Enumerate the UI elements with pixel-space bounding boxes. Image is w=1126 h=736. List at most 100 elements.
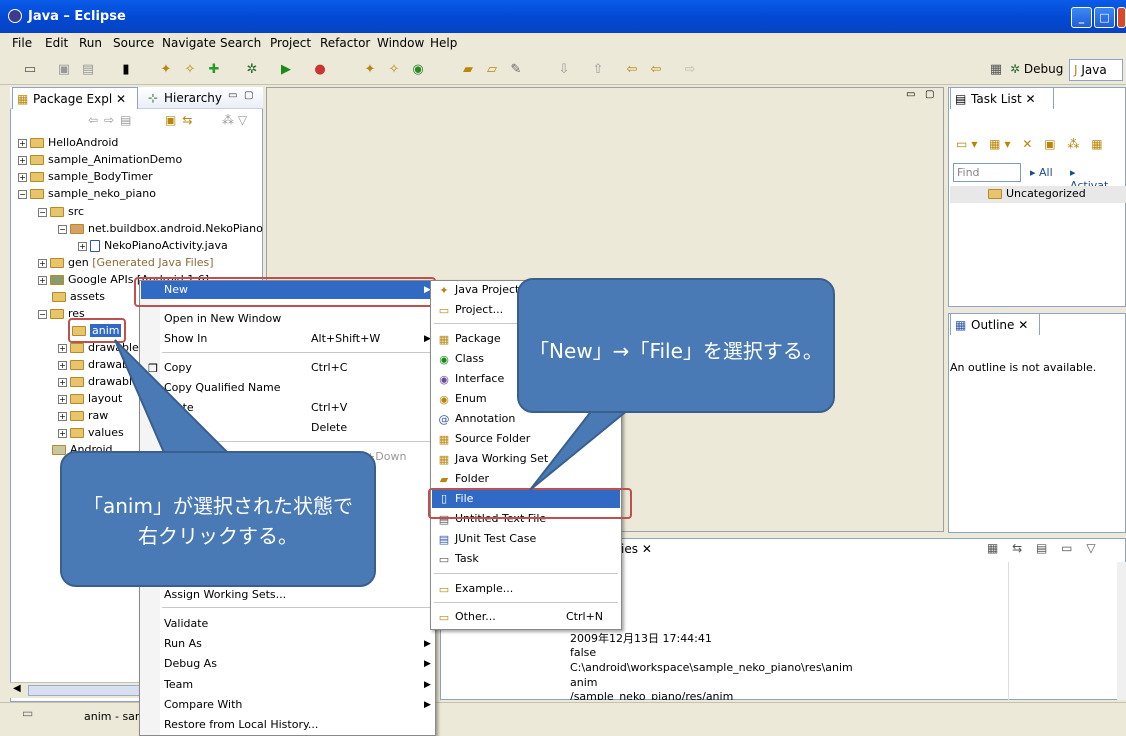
class-icon[interactable]: ◉	[410, 62, 426, 78]
last-edit-icon[interactable]: ⇦	[624, 62, 640, 78]
menu-file[interactable]: File	[12, 36, 32, 50]
maximize-button[interactable]: □	[1094, 7, 1115, 28]
close-icon[interactable]: ✕	[1026, 92, 1036, 106]
run-icon[interactable]: ▶	[278, 62, 294, 78]
context-menu-compare-with[interactable]: Compare With	[164, 696, 242, 714]
open-folder-icon[interactable]: ▱	[484, 62, 500, 78]
tree-item-package[interactable]: − net.buildbox.android.NekoPiano	[58, 220, 263, 237]
tree-item-raw[interactable]: + raw	[58, 407, 108, 424]
menu-project[interactable]: Project	[270, 36, 311, 50]
view-menu-icon[interactable]: ⁂ ▽	[222, 113, 247, 127]
collapse-link-icons[interactable]: ▣⇆	[165, 113, 198, 127]
forward-icon[interactable]: ⇨	[682, 62, 698, 78]
tree-item-drawable-ldpi[interactable]: + drawable	[58, 373, 139, 390]
next-annotation-icon[interactable]: ⇩	[556, 62, 572, 78]
submenu-annotation[interactable]: Annotation	[455, 410, 515, 428]
context-menu-restore-history[interactable]: Restore from Local History...	[164, 716, 318, 734]
submenu-class[interactable]: Class	[455, 350, 484, 368]
submenu-other[interactable]: Other...	[455, 608, 496, 626]
add-icon[interactable]: ✚	[206, 62, 222, 78]
close-icon[interactable]: ✕	[116, 92, 126, 106]
save-icon[interactable]: ▣	[56, 62, 72, 78]
menu-window[interactable]: Window	[377, 36, 424, 50]
context-menu-paste[interactable]: Paste	[164, 399, 194, 417]
package-icon[interactable]: ✧	[386, 62, 402, 78]
tree-item-neko-piano[interactable]: − sample_neko_piano	[18, 185, 156, 202]
submenu-java-working-set[interactable]: Java Working Set	[455, 450, 548, 468]
tree-item-gen[interactable]: + gen [Generated Java Files]	[38, 254, 214, 271]
context-menu-open-new-window[interactable]: Open in New Window	[164, 310, 281, 328]
minimize-button[interactable]: _	[1071, 7, 1092, 28]
perspective-debug[interactable]: ✲ Debug	[1010, 62, 1063, 76]
maximize-view-icon[interactable]: ▢	[244, 90, 253, 101]
submenu-task[interactable]: Task	[455, 550, 479, 568]
tree-item-src[interactable]: − src	[38, 203, 84, 220]
context-menu-validate[interactable]: Validate	[164, 615, 208, 633]
tab-hierarchy[interactable]: ⊹ Hierarchy	[144, 87, 236, 109]
filter-all-link[interactable]: ▸ All	[1030, 166, 1053, 179]
tree-item-activity[interactable]: + NekoPianoActivity.java	[78, 237, 228, 254]
close-icon[interactable]: ✕	[642, 542, 652, 556]
menu-navigate[interactable]: Navigate	[162, 36, 216, 50]
submenu-example[interactable]: Example...	[455, 580, 513, 598]
open-perspective-icon[interactable]: ▦	[988, 62, 1004, 78]
tab-task-list[interactable]: ▤ Task List ✕	[950, 87, 1054, 109]
context-menu-copy[interactable]: Copy	[164, 359, 192, 377]
menu-search[interactable]: Search	[220, 36, 261, 50]
minimize-view-icon[interactable]: ▭	[228, 90, 237, 101]
open-project-icon[interactable]: ✦	[362, 62, 378, 78]
tree-item-bodytimer[interactable]: + sample_BodyTimer	[18, 168, 153, 185]
prev-annotation-icon[interactable]: ⇧	[590, 62, 606, 78]
context-menu-run-as[interactable]: Run As	[164, 635, 202, 653]
menu-help[interactable]: Help	[430, 36, 457, 50]
context-menu-show-in[interactable]: Show In	[164, 330, 207, 348]
menu-source[interactable]: Source	[113, 36, 154, 50]
close-icon[interactable]: ✕	[1018, 318, 1028, 332]
context-menu-debug-as[interactable]: Debug As	[164, 655, 217, 673]
pen-icon[interactable]: ✎	[508, 62, 524, 78]
perspective-java[interactable]: J Java	[1069, 59, 1123, 81]
explorer-nav-icons[interactable]: ⇦⇨▤	[88, 113, 137, 127]
tab-outline[interactable]: ▦ Outline ✕	[950, 313, 1040, 335]
submenu-project[interactable]: Project...	[455, 301, 503, 319]
menu-refactor[interactable]: Refactor	[320, 36, 370, 50]
scroll-left-icon[interactable]: ◀	[13, 683, 21, 694]
fast-view-icon[interactable]: ▭	[22, 706, 33, 720]
tab-package-explorer[interactable]: ▦ Package Expl ✕	[12, 87, 138, 109]
context-menu-team[interactable]: Team	[164, 676, 193, 694]
properties-toolbar-icons[interactable]: ▦ ⇆ ▤ ▭ ▽	[987, 541, 1101, 555]
submenu-package[interactable]: Package	[455, 330, 501, 348]
submenu-source-folder[interactable]: Source Folder	[455, 430, 530, 448]
external-tools-icon[interactable]: ●	[312, 62, 328, 78]
new-class-icon[interactable]: ✧	[182, 62, 198, 78]
android-sdk-icon[interactable]: ▮	[118, 62, 134, 78]
folder-open-icon[interactable]: ▰	[460, 62, 476, 78]
menu-edit[interactable]: Edit	[45, 36, 68, 50]
task-toolbar-icons[interactable]: ▭▾ ▦▾ ✕ ▣ ⁂ ▦	[956, 137, 1107, 151]
submenu-enum[interactable]: Enum	[455, 390, 487, 408]
submenu-java-project[interactable]: Java Project	[455, 281, 519, 299]
editor-minimize-icon[interactable]: ▭	[906, 89, 915, 100]
context-menu-delete[interactable]: Delete	[164, 419, 200, 437]
context-menu-copy-qualified-name[interactable]: Copy Qualified Name	[164, 379, 281, 397]
open-type-icon[interactable]: ✦	[158, 62, 174, 78]
tree-item-drawable-hdpi[interactable]: + drawable	[58, 356, 139, 373]
back-icon[interactable]: ⇦	[648, 62, 664, 78]
menu-run[interactable]: Run	[79, 36, 102, 50]
context-menu-assign-working-sets[interactable]: Assign Working Sets...	[164, 586, 286, 604]
submenu-interface[interactable]: Interface	[455, 370, 504, 388]
submenu-folder[interactable]: Folder	[455, 470, 489, 488]
debug-icon[interactable]: ✲	[244, 62, 260, 78]
tree-item-layout[interactable]: + layout	[58, 390, 122, 407]
editor-maximize-icon[interactable]: ▢	[925, 89, 934, 100]
task-find-input[interactable]: Find	[953, 163, 1021, 182]
print-icon[interactable]: ▤	[80, 62, 96, 78]
tree-item-values[interactable]: + values	[58, 424, 124, 441]
new-icon[interactable]: ▭	[22, 62, 38, 78]
tree-item-assets[interactable]: assets	[52, 288, 105, 305]
close-button[interactable]	[1117, 7, 1126, 28]
submenu-junit-test-case[interactable]: JUnit Test Case	[455, 530, 536, 548]
tree-item-animationdemo[interactable]: + sample_AnimationDemo	[18, 151, 182, 168]
scroll-thumb[interactable]	[28, 685, 148, 696]
properties-scrollbar[interactable]	[1117, 562, 1126, 700]
